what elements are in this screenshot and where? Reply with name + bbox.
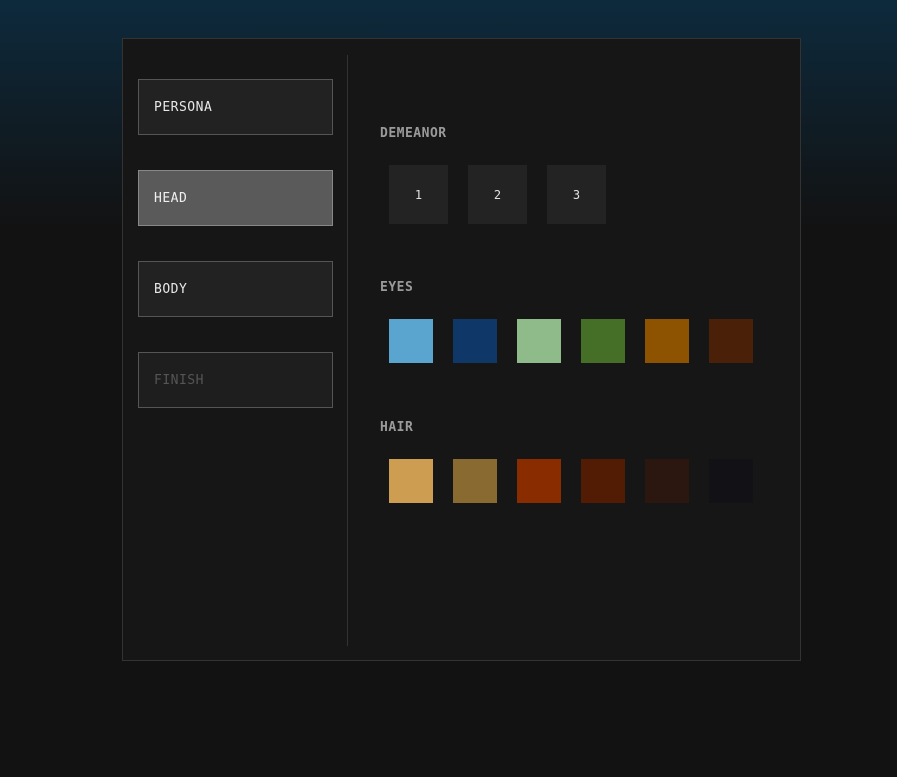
- hair-color-swatch-1[interactable]: [389, 459, 433, 503]
- panel-divider: [347, 55, 348, 646]
- hair-color-swatch-2[interactable]: [453, 459, 497, 503]
- hair-title: HAIR: [380, 420, 414, 435]
- demeanor-option-2[interactable]: 2: [468, 165, 527, 224]
- eye-color-swatch-4[interactable]: [581, 319, 625, 363]
- eye-color-swatch-2[interactable]: [453, 319, 497, 363]
- nav-body-button[interactable]: BODY: [138, 261, 333, 317]
- nav-head-label: HEAD: [154, 190, 188, 206]
- nav-finish-button: FINISH: [138, 352, 333, 408]
- eye-color-swatch-6[interactable]: [709, 319, 753, 363]
- nav-persona-label: PERSONA: [154, 99, 213, 115]
- eye-color-swatch-5[interactable]: [645, 319, 689, 363]
- demeanor-title: DEMEANOR: [380, 126, 447, 141]
- nav-finish-label: FINISH: [154, 372, 204, 388]
- eyes-title: EYES: [380, 280, 414, 295]
- hair-color-swatch-3[interactable]: [517, 459, 561, 503]
- nav-head-button[interactable]: HEAD: [138, 170, 333, 226]
- eye-color-swatch-1[interactable]: [389, 319, 433, 363]
- hair-color-swatch-5[interactable]: [645, 459, 689, 503]
- demeanor-option-1[interactable]: 1: [389, 165, 448, 224]
- nav-persona-button[interactable]: PERSONA: [138, 79, 333, 135]
- hair-color-swatch-6[interactable]: [709, 459, 753, 503]
- hair-color-swatch-4[interactable]: [581, 459, 625, 503]
- demeanor-option-3[interactable]: 3: [547, 165, 606, 224]
- character-creator-panel: PERSONA HEAD BODY FINISH DEMEANOR 1 2 3 …: [122, 38, 801, 661]
- nav-body-label: BODY: [154, 281, 188, 297]
- eye-color-swatch-3[interactable]: [517, 319, 561, 363]
